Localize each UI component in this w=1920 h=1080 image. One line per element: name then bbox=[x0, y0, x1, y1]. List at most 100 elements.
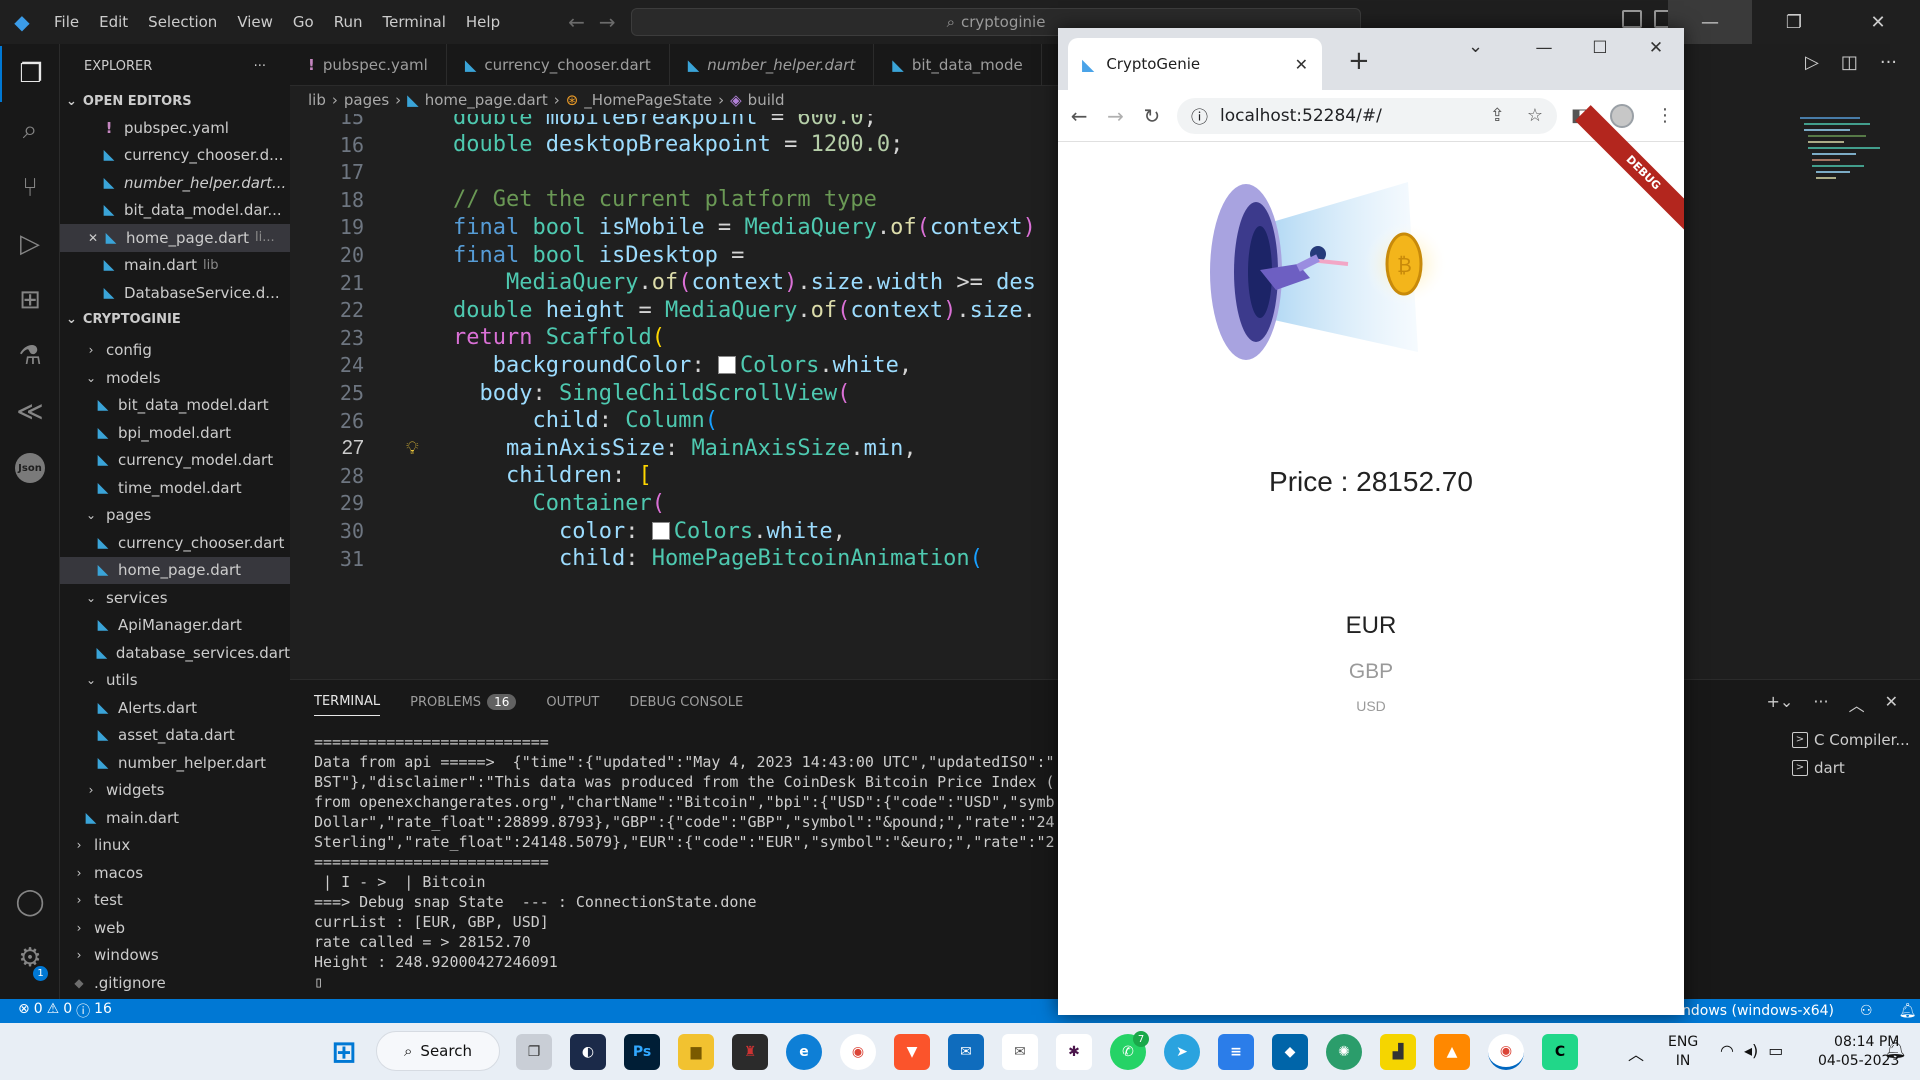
close-tab-icon[interactable]: ✕ bbox=[1295, 55, 1308, 74]
reload-icon[interactable]: ↻ bbox=[1141, 104, 1163, 128]
folder-item[interactable]: › config bbox=[60, 337, 290, 365]
editor-tab[interactable]: ◣ number_helper.dart bbox=[670, 44, 875, 86]
explorer-more-button[interactable]: ··· bbox=[254, 59, 266, 74]
breadcrumb-item[interactable]: _HomePageState bbox=[584, 91, 712, 109]
folder-item[interactable]: ⌄ utils bbox=[60, 667, 290, 695]
task-view-icon[interactable]: ❐ bbox=[516, 1034, 552, 1070]
brave-icon[interactable]: ▼ bbox=[894, 1034, 930, 1070]
mail-icon[interactable]: ✉ bbox=[948, 1034, 984, 1070]
game-app-icon[interactable]: ♜ bbox=[732, 1034, 768, 1070]
breadcrumb-item[interactable]: home_page.dart bbox=[425, 91, 548, 109]
extensions-icon[interactable]: ⊞ bbox=[0, 272, 60, 328]
folder-item[interactable]: ⌄ services bbox=[60, 584, 290, 612]
browser-maximize-button[interactable]: ☐ bbox=[1572, 28, 1628, 68]
device-status[interactable]: ndows (windows-x64) bbox=[1682, 1003, 1834, 1019]
address-bar[interactable]: ⓘ localhost:52284/#/ ⇪ ☆ bbox=[1176, 97, 1557, 134]
file-item[interactable]: ◆ .gitignore bbox=[60, 969, 290, 997]
notification-bell-icon[interactable]: 🔔︎ bbox=[1884, 1039, 1907, 1060]
testing-icon[interactable]: ⚗ bbox=[0, 328, 60, 384]
menu-help[interactable]: Help bbox=[456, 13, 510, 31]
new-terminal-icon[interactable]: +⌄ bbox=[1767, 692, 1794, 716]
notifications-bell-icon[interactable]: 🔔︎ bbox=[1899, 1003, 1917, 1019]
breadcrumb-item[interactable]: pages bbox=[344, 91, 389, 109]
menu-run[interactable]: Run bbox=[324, 13, 373, 31]
file-item[interactable]: ◣ currency_chooser.dart bbox=[60, 529, 290, 557]
file-explorer-icon[interactable]: ▆ bbox=[678, 1034, 714, 1070]
sticky-notes-icon[interactable]: ▟ bbox=[1380, 1034, 1416, 1070]
breadcrumb-item[interactable]: lib bbox=[308, 91, 326, 109]
more-actions-icon[interactable]: ··· bbox=[1813, 692, 1828, 716]
terminal-instance[interactable]: > C Compiler... bbox=[1792, 726, 1910, 754]
file-item[interactable]: ◣ bpi_model.dart bbox=[60, 419, 290, 447]
breadcrumb-item[interactable]: build bbox=[748, 91, 785, 109]
menu-terminal[interactable]: Terminal bbox=[373, 13, 456, 31]
open-editor-item[interactable]: ! pubspec.yaml bbox=[60, 114, 290, 142]
browser-menu-icon[interactable]: ⋮ bbox=[1656, 105, 1674, 126]
vlc-icon[interactable]: ▲ bbox=[1434, 1034, 1470, 1070]
restore-button[interactable]: ❐ bbox=[1752, 0, 1836, 44]
panel-tab-output[interactable]: OUTPUT bbox=[546, 695, 599, 710]
open-editor-item[interactable]: ◣ bit_data_model.dar... bbox=[60, 197, 290, 225]
close-panel-icon[interactable]: ✕ bbox=[1885, 692, 1898, 716]
open-editor-item[interactable]: ◣ main.dart lib bbox=[60, 252, 290, 280]
menu-view[interactable]: View bbox=[227, 13, 283, 31]
maximize-panel-icon[interactable]: ︿ bbox=[1849, 692, 1865, 716]
panel-tab-debug-console[interactable]: DEBUG CONSOLE bbox=[629, 695, 743, 710]
folder-item[interactable]: ⌄ pages bbox=[60, 502, 290, 530]
open-editor-item[interactable]: ✕ ◣ home_page.dart li... bbox=[60, 224, 290, 252]
tray-chevron-icon[interactable]: ︿ bbox=[1628, 1041, 1644, 1065]
tab-search-chevron-icon[interactable]: ⌄ bbox=[1468, 36, 1483, 57]
open-editors-section[interactable]: ⌄ OPEN EDITORS bbox=[60, 88, 290, 114]
vscode-taskbar-icon[interactable]: ◆ bbox=[1272, 1034, 1308, 1070]
jetbrains-icon[interactable]: C bbox=[1542, 1034, 1578, 1070]
folder-item[interactable]: › windows bbox=[60, 942, 290, 970]
chrome-icon[interactable]: ◉ bbox=[840, 1034, 876, 1070]
folder-item[interactable]: › macos bbox=[60, 859, 290, 887]
file-item[interactable]: ◣ Alerts.dart bbox=[60, 694, 290, 722]
run-icon[interactable]: ▷ bbox=[1805, 52, 1819, 73]
file-item[interactable]: ◣ currency_model.dart bbox=[60, 447, 290, 475]
editor-tab[interactable]: ◣ bit_data_mode bbox=[874, 44, 1042, 86]
system-tray-icons[interactable]: ◠ ◂) ▭ bbox=[1720, 1041, 1783, 1060]
editor-tab[interactable]: ! pubspec.yaml bbox=[290, 44, 447, 86]
folder-item[interactable]: › widgets bbox=[60, 777, 290, 805]
lightbulb-icon[interactable]: 💡︎ bbox=[406, 438, 419, 459]
folder-item[interactable]: ⌄ models bbox=[60, 364, 290, 392]
toggle-primary-sidebar-icon[interactable] bbox=[1622, 10, 1642, 28]
currency-option-gbp[interactable]: GBP bbox=[1058, 660, 1684, 684]
chatgpt-icon[interactable]: ✺ bbox=[1326, 1034, 1362, 1070]
more-actions-icon[interactable]: ··· bbox=[1880, 52, 1897, 73]
explorer-icon[interactable]: ❐ bbox=[0, 46, 60, 102]
close-icon[interactable]: ✕ bbox=[84, 231, 102, 245]
menu-file[interactable]: File bbox=[44, 13, 89, 31]
search-icon[interactable]: ⌕ bbox=[0, 102, 60, 158]
chrome-active-icon[interactable]: ◉ bbox=[1488, 1034, 1524, 1070]
folder-item[interactable]: › linux bbox=[60, 832, 290, 860]
taskbar-search[interactable]: ⌕ Search bbox=[376, 1031, 500, 1071]
json-extension-icon[interactable]: Json bbox=[0, 440, 60, 496]
file-item[interactable]: ◣ database_services.dart bbox=[60, 639, 290, 667]
run-debug-icon[interactable]: ▷ bbox=[0, 216, 60, 272]
notepad-icon[interactable]: ≡ bbox=[1218, 1034, 1254, 1070]
forward-icon[interactable]: → bbox=[1104, 104, 1126, 128]
problems-status[interactable]: ⊗ 0 ⚠ 0 ⓘ 16 bbox=[0, 1001, 112, 1021]
terminal-instance[interactable]: > dart bbox=[1792, 754, 1910, 782]
open-editor-item[interactable]: ◣ DatabaseService.d... bbox=[60, 279, 290, 307]
photoshop-icon[interactable]: Ps bbox=[624, 1034, 660, 1070]
file-item[interactable]: ◣ time_model.dart bbox=[60, 474, 290, 502]
split-editor-icon[interactable]: ◫ bbox=[1841, 52, 1858, 73]
code-editor[interactable]: 15 double mobileBreakpoint = 600.0; 16 doub… bbox=[290, 114, 1060, 679]
currency-option-usd[interactable]: USD bbox=[1058, 698, 1684, 714]
file-item[interactable]: ◣ number_helper.dart bbox=[60, 749, 290, 777]
file-item[interactable]: ◣ bit_data_model.dart bbox=[60, 392, 290, 420]
manage-gear-icon[interactable]: ⚙ 1 bbox=[0, 930, 60, 986]
file-item[interactable]: ◣ main.dart bbox=[60, 804, 290, 832]
telegram-icon[interactable]: ➤ bbox=[1164, 1034, 1200, 1070]
menu-selection[interactable]: Selection bbox=[138, 13, 227, 31]
editor-tab[interactable]: ◣ currency_chooser.dart bbox=[447, 44, 670, 86]
file-item[interactable]: ◣ asset_data.dart bbox=[60, 722, 290, 750]
currency-option-eur[interactable]: EUR bbox=[1058, 612, 1684, 640]
browser-close-button[interactable]: ✕ bbox=[1628, 28, 1684, 68]
flutter-icon[interactable]: ≪ bbox=[0, 384, 60, 440]
minimap[interactable] bbox=[1800, 114, 1890, 194]
